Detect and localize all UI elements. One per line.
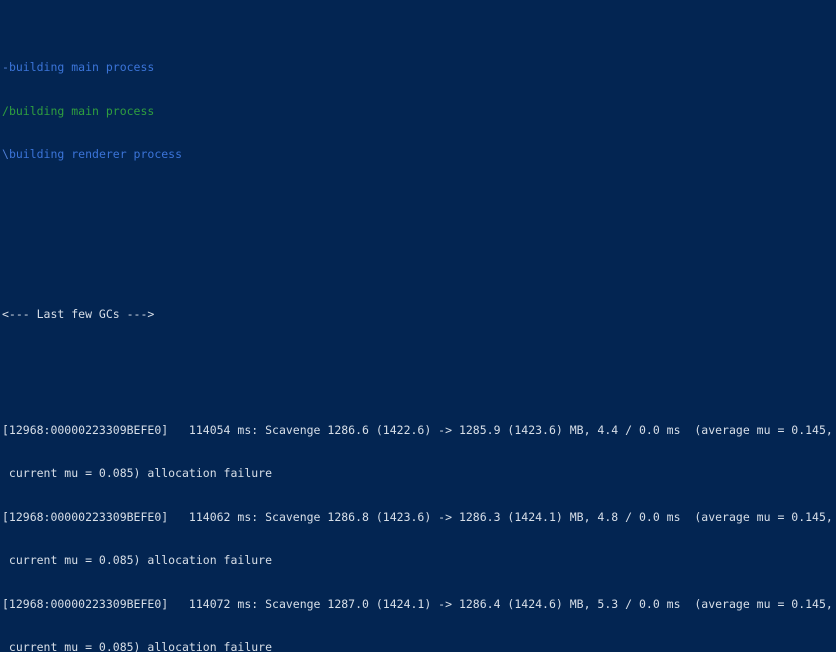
gc-entry-line: current mu = 0.085) allocation failure xyxy=(2,466,273,480)
spinner-icon: - xyxy=(2,60,9,74)
gc-entry-line: current mu = 0.085) allocation failure xyxy=(2,553,273,567)
gc-entry-line: [12968:00000223309BEFE0] 114054 ms: Scav… xyxy=(2,422,833,437)
terminal-window[interactable]: -building main process /building main pr… xyxy=(0,0,836,652)
gc-header: <--- Last few GCs ---> xyxy=(2,306,155,321)
build-status-line-3: \building renderer process xyxy=(0,147,836,162)
build-status-text: building main process xyxy=(8,103,155,118)
spinner-icon: \ xyxy=(2,147,9,161)
gc-entry-line: [12968:00000223309BEFE0] 114062 ms: Scav… xyxy=(2,509,833,524)
build-status-line-1: -building main process xyxy=(0,60,836,75)
build-status-line-2: /building main process xyxy=(0,104,836,119)
gc-entry-line: current mu = 0.085) allocation failure xyxy=(2,640,273,652)
build-status-text: building renderer process xyxy=(8,147,183,161)
build-status-text: building main process xyxy=(8,60,155,74)
gc-entry-line: [12968:00000223309BEFE0] 114072 ms: Scav… xyxy=(2,596,833,611)
spinner-icon: / xyxy=(2,103,9,118)
